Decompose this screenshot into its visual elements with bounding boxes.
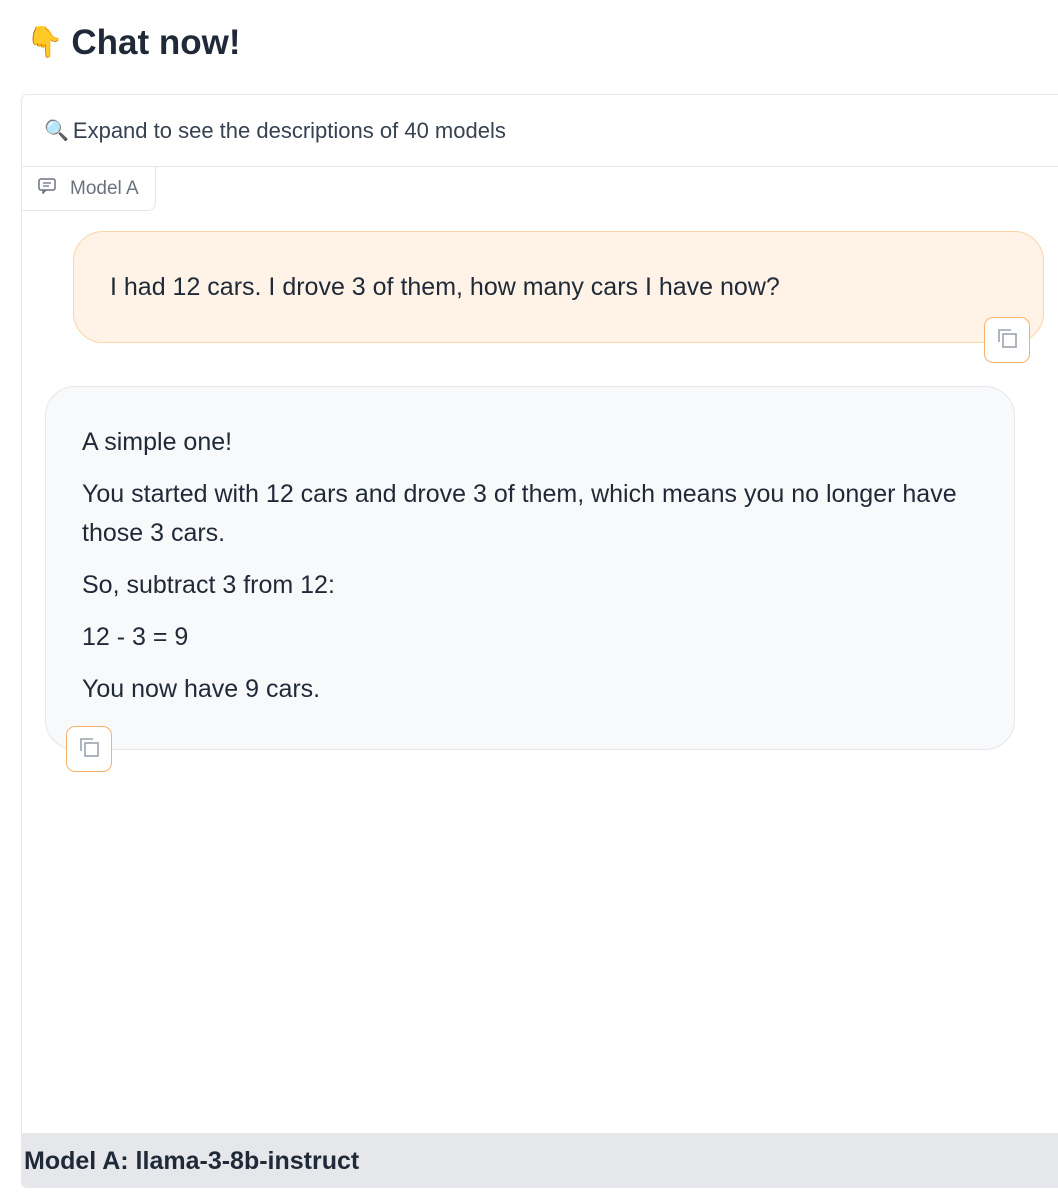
chatbot-label-text: Model A — [70, 177, 139, 199]
copy-assistant-message-button[interactable] — [66, 726, 112, 772]
model-name-text: Model A: llama-3-8b-instruct — [24, 1146, 360, 1175]
assistant-message: A simple one! You started with 12 cars a… — [45, 386, 1015, 750]
chat-icon — [38, 177, 56, 200]
magnifier-icon: 🔍 — [44, 120, 69, 142]
assistant-paragraph: You started with 12 cars and drove 3 of … — [82, 480, 957, 547]
page-title-text: Chat now! — [71, 23, 241, 62]
chatbot-label: Model A — [22, 167, 156, 211]
copy-icon — [77, 735, 101, 764]
page: 👇 Chat now! 🔍 Expand to see the descript… — [0, 0, 1058, 1200]
assistant-paragraph: 12 - 3 = 9 — [82, 623, 189, 651]
arena-panel: 🔍 Expand to see the descriptions of 40 m… — [21, 94, 1058, 1188]
page-title: 👇 Chat now! — [26, 20, 241, 66]
assistant-paragraph: So, subtract 3 from 12: — [82, 571, 335, 599]
copy-user-message-button[interactable] — [984, 317, 1030, 363]
assistant-paragraph: You now have 9 cars. — [82, 675, 321, 703]
copy-icon — [995, 326, 1019, 355]
accordion-label: Expand to see the descriptions of 40 mod… — [72, 117, 506, 143]
user-message-text: I had 12 cars. I drove 3 of them, how ma… — [110, 272, 780, 301]
model-descriptions-accordion[interactable]: 🔍 Expand to see the descriptions of 40 m… — [22, 95, 1058, 167]
assistant-paragraph: A simple one! — [82, 428, 233, 456]
pointing-down-hand-icon: 👇 — [26, 26, 64, 59]
user-message: I had 12 cars. I drove 3 of them, how ma… — [73, 231, 1044, 343]
model-name-footer: Model A: llama-3-8b-instruct — [22, 1133, 1058, 1187]
